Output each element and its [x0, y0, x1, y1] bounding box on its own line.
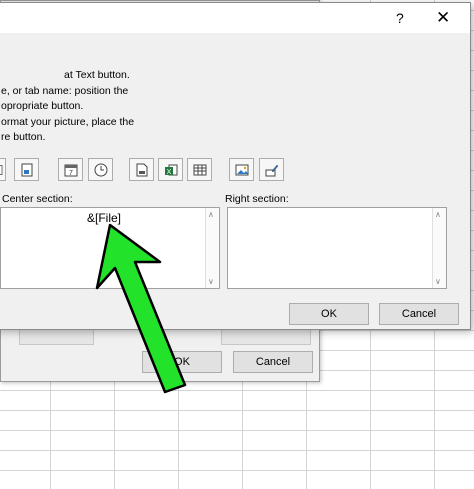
insert-file-path-icon	[136, 163, 147, 176]
insert-page-number-button[interactable]	[0, 158, 6, 181]
page-setup-ok-button[interactable]: OK	[142, 351, 222, 373]
instruction-line: at Text button.	[64, 69, 130, 81]
insert-sheet-name-icon	[193, 164, 206, 175]
cancel-button[interactable]: Cancel	[379, 303, 459, 325]
instruction-line: e, or tab name: position the	[1, 84, 129, 97]
instruction-line: re button.	[1, 131, 46, 143]
insert-picture-button[interactable]	[229, 158, 254, 181]
insert-date-icon: 7	[64, 164, 77, 177]
page-setup-cancel-button[interactable]: Cancel	[233, 351, 313, 373]
dialog-titlebar: ? ✕	[0, 3, 470, 33]
insert-number-of-pages-icon	[21, 163, 32, 176]
right-section-label: Right section:	[225, 193, 289, 205]
insert-file-name-button[interactable]: X	[158, 158, 183, 181]
center-section-input[interactable]: &[File] ∧ ∨	[0, 207, 220, 289]
insert-file-name-icon: X	[164, 164, 177, 176]
insert-number-of-pages-button[interactable]	[14, 158, 39, 181]
screenshot-root: OK Cancel ? ✕ at Text button. e, or tab …	[0, 0, 474, 489]
center-section-value: &[File]	[86, 211, 121, 225]
insert-picture-icon	[235, 164, 248, 175]
insert-time-icon	[94, 163, 107, 176]
insert-sheet-name-button[interactable]	[187, 158, 212, 181]
scroll-up-icon[interactable]: ∧	[208, 210, 214, 219]
center-section-scrollbar[interactable]: ∧ ∨	[205, 208, 219, 288]
insert-date-button[interactable]: 7	[58, 158, 83, 181]
format-picture-button[interactable]	[259, 158, 284, 181]
instruction-line: opropriate button.	[1, 100, 84, 112]
scroll-down-icon[interactable]: ∨	[435, 277, 441, 286]
close-button[interactable]: ✕	[436, 8, 450, 28]
instruction-line: ormat your picture, place the	[1, 115, 135, 128]
ok-button[interactable]: OK	[289, 303, 369, 325]
insert-page-number-icon	[0, 164, 3, 175]
right-section-input[interactable]: ∧ ∨	[227, 207, 447, 289]
insert-file-path-button[interactable]	[129, 158, 154, 181]
header-footer-dialog: ? ✕ at Text button. e, or tab name: posi…	[0, 2, 471, 330]
scroll-up-icon[interactable]: ∧	[435, 210, 441, 219]
insert-time-button[interactable]	[88, 158, 113, 181]
instructions-text: at Text button. e, or tab name: position…	[0, 68, 134, 146]
svg-text:7: 7	[69, 170, 73, 177]
svg-text:X: X	[166, 169, 171, 176]
scroll-down-icon[interactable]: ∨	[208, 277, 214, 286]
format-picture-icon	[265, 164, 278, 176]
center-section-label: Center section:	[2, 193, 73, 205]
right-section-scrollbar[interactable]: ∧ ∨	[432, 208, 446, 288]
help-button[interactable]: ?	[396, 10, 404, 26]
